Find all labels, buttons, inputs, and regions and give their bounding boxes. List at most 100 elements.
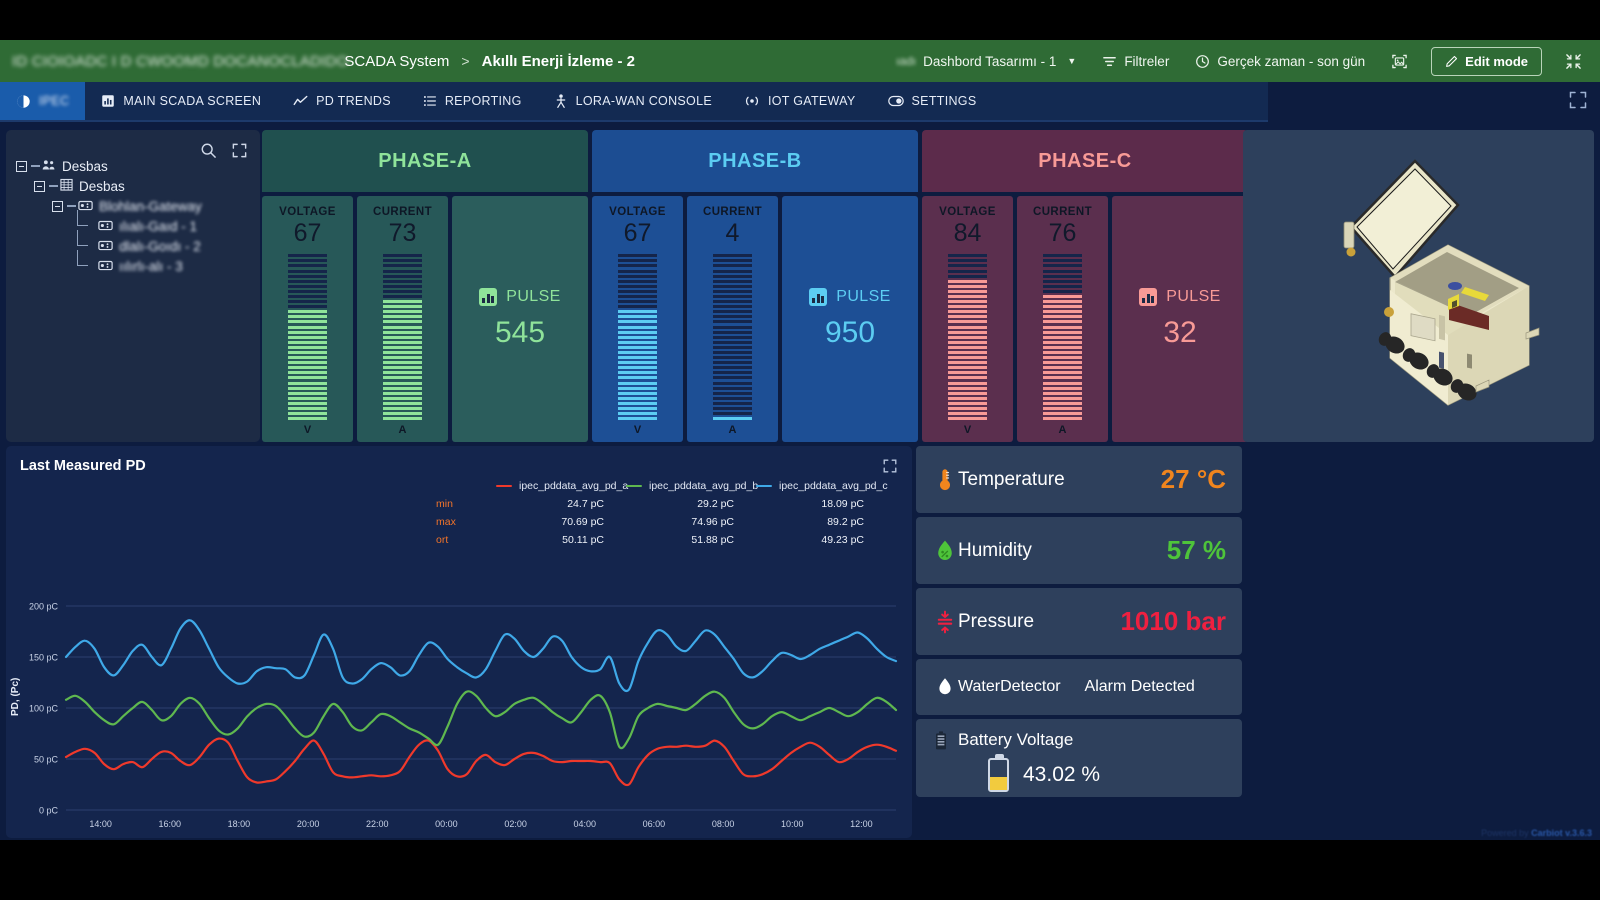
- svg-text:0 pC: 0 pC: [39, 806, 59, 816]
- pulse-header: PULSE: [1139, 288, 1220, 306]
- tab-lora-wan-console[interactable]: LORA-WAN CONSOLE: [538, 82, 728, 120]
- collapse-button[interactable]: [1552, 40, 1588, 82]
- svg-text:04:00: 04:00: [574, 819, 597, 829]
- battery-level-icon: [988, 754, 1009, 792]
- pencil-icon: [1445, 55, 1458, 68]
- gauge-label: CURRENT: [702, 206, 763, 218]
- legend-item[interactable]: ipec_pddata_avg_pd_c: [756, 480, 888, 492]
- legend-label: ipec_pddata_avg_pd_c: [779, 480, 888, 492]
- tree-node[interactable]: Blohlan-Gateway: [16, 196, 250, 216]
- gauge-unit: V: [303, 424, 312, 437]
- customers-icon: [42, 159, 56, 174]
- pd-chart-card: Last Measured PD ipec_pddata_avg_pd_a ipe…: [6, 446, 912, 838]
- pulse-widget: PULSE 950: [782, 196, 918, 442]
- battery-reading: 43.02 %: [932, 754, 1100, 792]
- stat-cell: 24.7 pC: [567, 498, 604, 510]
- tree-connector: [70, 230, 96, 256]
- chart-stats-table: min 24.7 pC 29.2 pC 18.09 pC max 70.69 pC 74.9…: [6, 498, 912, 546]
- tab-label: LORA-WAN CONSOLE: [575, 94, 712, 108]
- legend-color-swatch: [496, 484, 512, 488]
- image-capture-icon: [1391, 53, 1408, 70]
- dashboard-root: ID CIOIOADC I D CWOOMD DOCANOCLADIDO SCA…: [0, 40, 1600, 840]
- phase-body: VOLTAGE 67 V CURRENT 4 A PULSE 950: [592, 196, 918, 442]
- time-range-button[interactable]: Gerçek zaman - son gün: [1182, 40, 1378, 82]
- svg-text:10:00: 10:00: [781, 819, 804, 829]
- pulse-widget: PULSE 32: [1112, 196, 1248, 442]
- gauge-current: CURRENT 73 A: [357, 196, 448, 442]
- gauge-voltage: VOLTAGE 84 V: [922, 196, 1013, 442]
- device-tree-panel: Desbas Desbas Blohlan-Gateway ılıalı-Gaıd -…: [6, 130, 260, 442]
- svg-text:200 pC: 200 pC: [29, 602, 59, 612]
- tab-ipec[interactable]: IPEC: [0, 82, 86, 120]
- chart-legend-and-stats: ipec_pddata_avg_pd_a ipec_pddata_avg_pd_b…: [6, 480, 912, 546]
- edit-mode-button[interactable]: Edit mode: [1431, 46, 1542, 76]
- stat-cell: 50.11 pC: [562, 534, 604, 546]
- screenshot-button[interactable]: [1378, 40, 1421, 82]
- stat-cell: 74.96 pC: [691, 516, 734, 528]
- svg-text:02:00: 02:00: [504, 819, 527, 829]
- pulse-widget: PULSE 545: [452, 196, 588, 442]
- tree-toolbar: [200, 142, 248, 164]
- sensor-label: Humidity: [958, 539, 1032, 561]
- tree-expand-toggle-icon[interactable]: [52, 200, 63, 212]
- gauge-label: CURRENT: [372, 206, 433, 218]
- legend-item[interactable]: ipec_pddata_avg_pd_a: [496, 480, 629, 492]
- tab-label: IPEC: [39, 94, 70, 108]
- pulse-label: PULSE: [1166, 288, 1221, 305]
- battery-header: Battery Voltage: [932, 730, 1073, 750]
- tree-node[interactable]: ılıalı-Gaıd - 1: [16, 210, 250, 236]
- gauge-value: 73: [388, 219, 417, 247]
- time-range-label: Gerçek zaman - son gün: [1217, 53, 1366, 69]
- filters-button[interactable]: Filtreler: [1089, 40, 1182, 82]
- pulse-value: 545: [494, 316, 546, 349]
- tree-expand-toggle-icon[interactable]: [34, 180, 45, 192]
- sensor-value: 27 °C: [1160, 464, 1226, 494]
- tree-expand-toggle-icon[interactable]: [16, 160, 27, 172]
- tab-reporting[interactable]: REPORTING: [407, 82, 538, 120]
- pulse-value: 950: [824, 316, 876, 349]
- humidity-drop-icon: [932, 539, 958, 563]
- tab-iot-gateway[interactable]: IOT GATEWAY: [728, 82, 872, 120]
- gauge-label: CURRENT: [1032, 206, 1093, 218]
- legend-label: ipec_pddata_avg_pd_a: [519, 480, 629, 492]
- tree-node-label: dlalı-Goıdı - 2: [119, 238, 201, 254]
- fullscreen-button[interactable]: [1568, 90, 1590, 112]
- search-icon[interactable]: [200, 142, 217, 164]
- phase-panel-a: PHASE-A VOLTAGE 67 V CURRENT 73 A PULSE 545: [262, 130, 588, 442]
- powered-by-prefix: Powered by: [1481, 828, 1529, 838]
- tab-main-scada-screen[interactable]: MAIN SCADA SCREEN: [85, 82, 277, 120]
- svg-text:22:00: 22:00: [366, 819, 389, 829]
- dashboard-selector[interactable]: ıadı Dashbord Tasarımı - 1 ▼: [883, 40, 1089, 82]
- stat-row: ort 50.11 pC 51.88 pC 49.23 pC: [6, 534, 912, 546]
- stat-cell: 70.69 pC: [561, 516, 604, 528]
- trend-line-icon: [293, 94, 308, 109]
- chart-expand-button[interactable]: [882, 458, 898, 479]
- legend-item[interactable]: ipec_pddata_avg_pd_b: [626, 480, 759, 492]
- svg-text:100 pC: 100 pC: [29, 704, 59, 714]
- tree-node[interactable]: dlalı-Goıdı - 2: [16, 230, 250, 256]
- stat-cell: 18.09 pC: [821, 498, 864, 510]
- breadcrumb-separator: >: [461, 53, 470, 69]
- tab-settings[interactable]: SETTINGS: [872, 82, 993, 120]
- pulse-label: PULSE: [836, 288, 891, 305]
- asset-icon: [60, 178, 73, 194]
- filter-icon: [1102, 54, 1117, 69]
- list-icon: [423, 94, 437, 108]
- chart-legend: ipec_pddata_avg_pd_a ipec_pddata_avg_pd_b…: [6, 480, 912, 492]
- tab-pd-trends[interactable]: PD TRENDS: [277, 82, 407, 120]
- powered-by-brand: Carbiot v.3.6.3: [1531, 828, 1592, 838]
- chart-y-axis-label: PD, (Pc): [10, 677, 21, 716]
- gauge-bar: [618, 254, 657, 422]
- gauge-bar: [383, 254, 422, 422]
- pulse-bar-chart-icon: [479, 288, 498, 306]
- tree-node[interactable]: ıılırlı-alı - 3: [16, 250, 250, 276]
- expand-icon[interactable]: [231, 142, 248, 164]
- device-icon: [98, 219, 113, 234]
- sensor-value: 57 %: [1166, 535, 1226, 565]
- legend-label: ipec_pddata_avg_pd_b: [649, 480, 759, 492]
- tab-label: PD TRENDS: [316, 94, 391, 108]
- pulse-label: PULSE: [506, 288, 561, 305]
- tree-node[interactable]: Desbas: [16, 176, 250, 196]
- device-image-panel: [1243, 130, 1594, 442]
- gauge-unit: A: [1058, 424, 1067, 437]
